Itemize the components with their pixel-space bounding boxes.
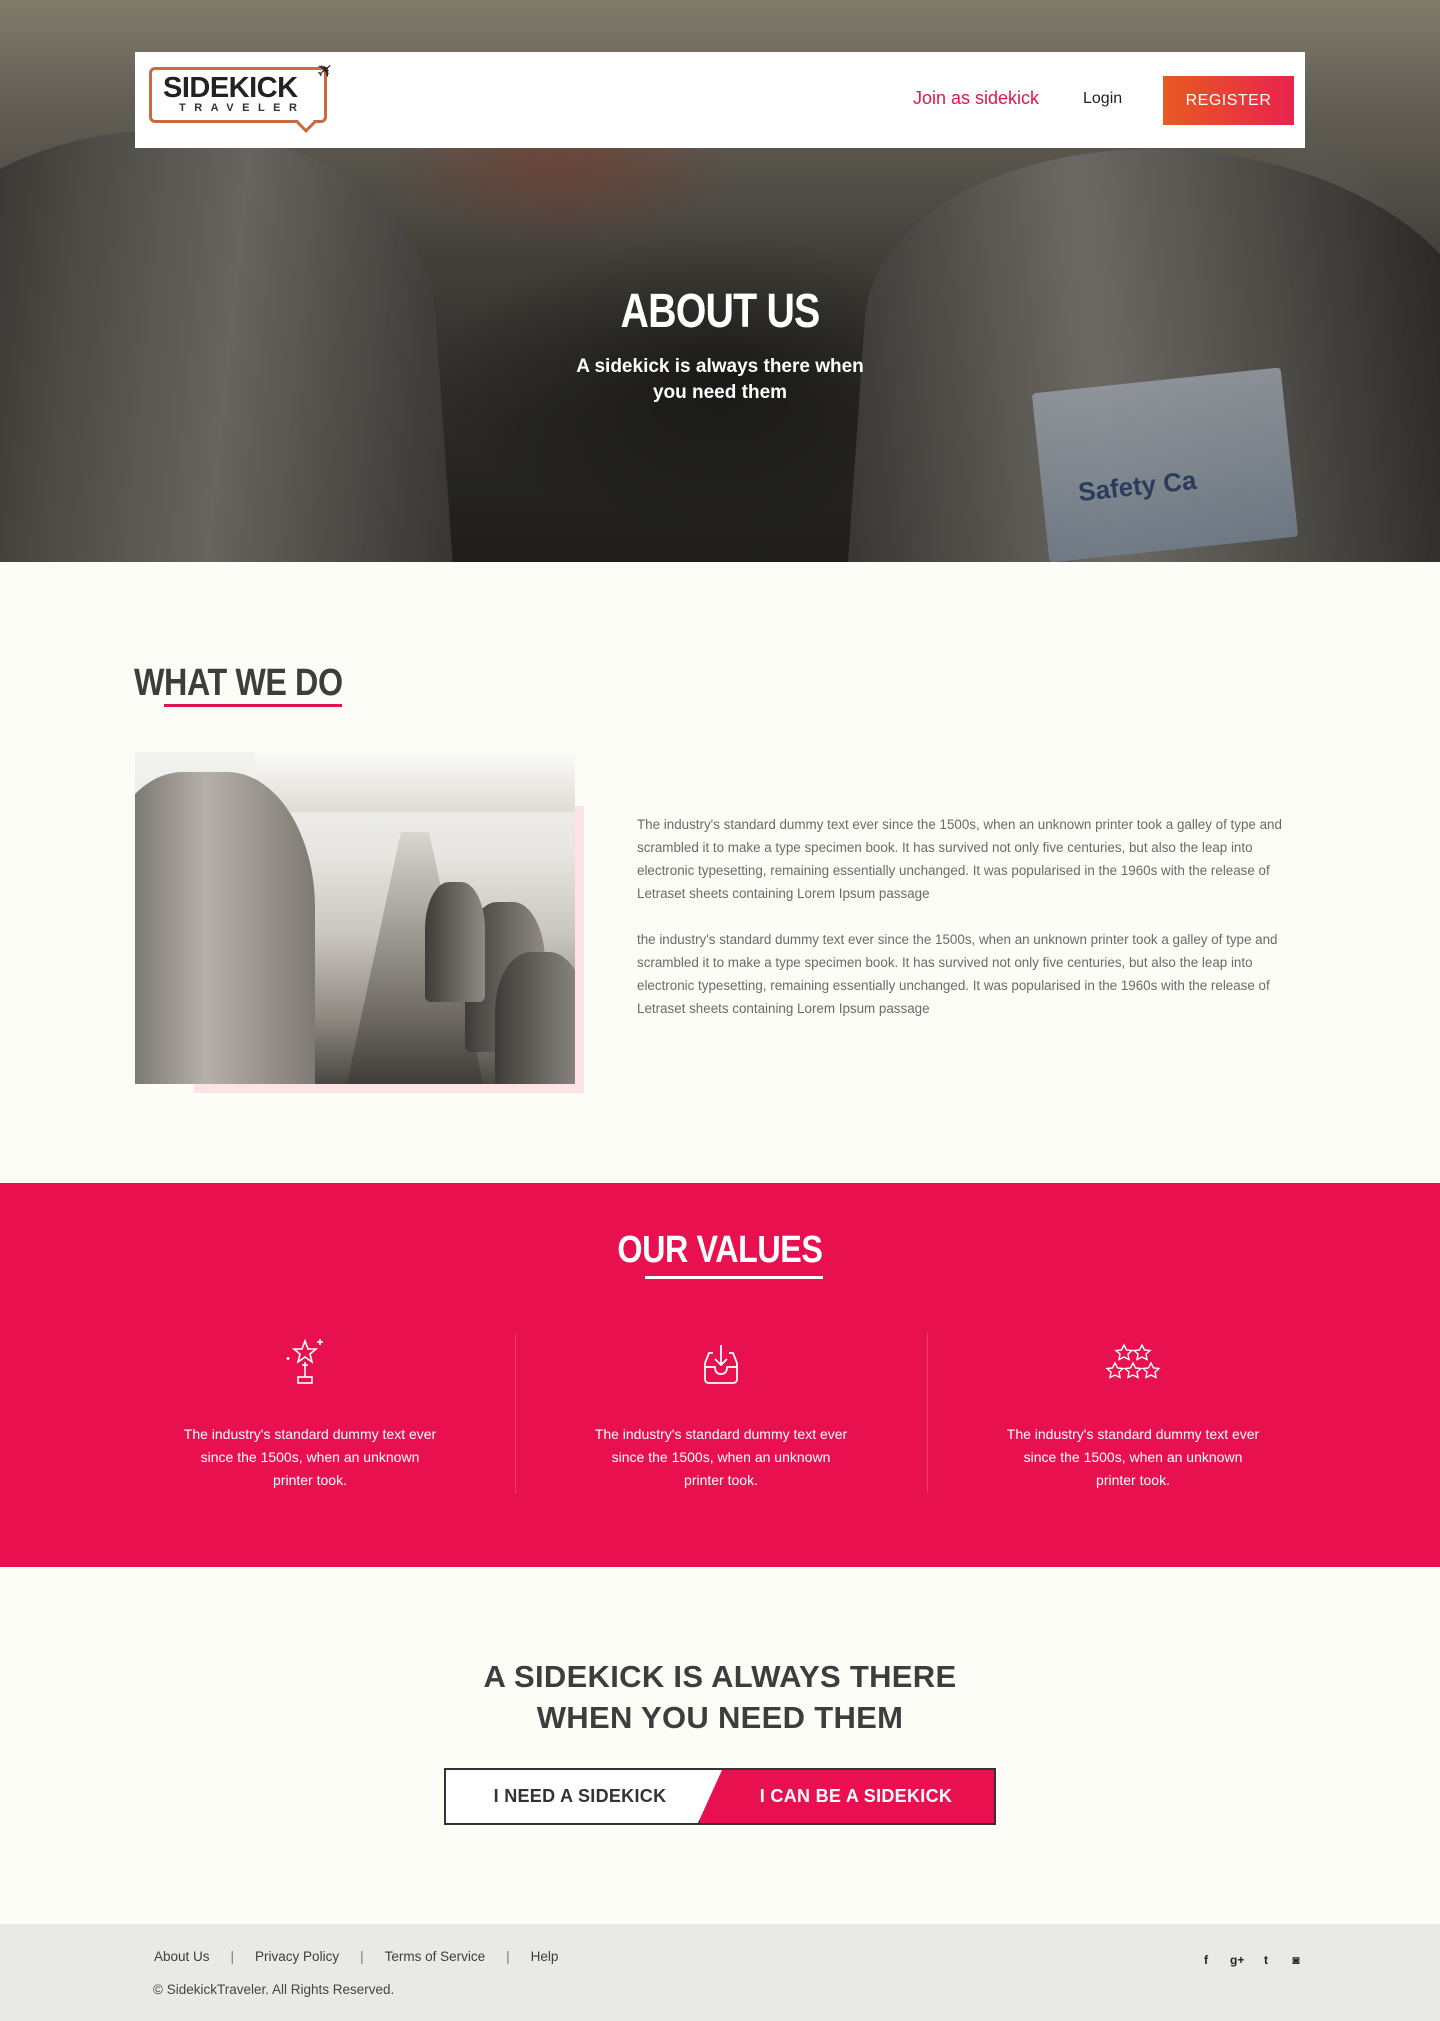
sidekick-logo[interactable]: SIDEKICK TRAVELER ✈ xyxy=(149,57,339,138)
photo-seat-row xyxy=(425,882,485,1002)
value-text: The industry's standard dummy text ever … xyxy=(183,1426,437,1488)
value-item: The industry's standard dummy text ever … xyxy=(515,1333,925,1493)
what-we-do-paragraph: the industry's standard dummy text ever … xyxy=(637,932,1278,1016)
our-values-heading: OUR VALUES xyxy=(617,1229,823,1271)
footer-separator: | xyxy=(506,1949,510,1964)
what-we-do-underline xyxy=(164,704,342,707)
social-icons: f g+ t ◙ xyxy=(1200,1953,1302,1967)
need-sidekick-button[interactable]: I NEED A SIDEKICK xyxy=(446,1770,714,1823)
what-we-do-paragraph: The industry's standard dummy text ever … xyxy=(637,817,1282,901)
footer-separator: | xyxy=(360,1949,364,1964)
cta-heading-line: WHEN YOU NEED THEM xyxy=(536,1700,904,1735)
facebook-icon[interactable]: f xyxy=(1200,1953,1212,1967)
copyright-text: © SidekickTraveler. All Rights Reserved. xyxy=(153,1982,395,1997)
value-text: The industry's standard dummy text ever … xyxy=(1006,1426,1260,1488)
footer-links: About Us | Privacy Policy | Terms of Ser… xyxy=(154,1949,558,1964)
footer: About Us | Privacy Policy | Terms of Ser… xyxy=(0,1924,1440,2021)
footer-link-privacy[interactable]: Privacy Policy xyxy=(255,1949,339,1964)
page-title: ABOUT US xyxy=(620,285,820,338)
twitter-icon[interactable]: t xyxy=(1260,1953,1272,1967)
three-stars-icon xyxy=(1105,1343,1161,1379)
instagram-icon[interactable]: ◙ xyxy=(1290,1953,1302,1967)
top-navbar: SIDEKICK TRAVELER ✈ Join as sidekick Log… xyxy=(135,52,1305,148)
inbox-download-icon xyxy=(704,1345,738,1384)
our-values-underline xyxy=(645,1276,823,1279)
logo-word: SIDEKICK xyxy=(163,72,298,104)
airplane-cabin-photo xyxy=(135,752,575,1084)
be-sidekick-button[interactable]: I CAN BE A SIDEKICK xyxy=(716,1770,994,1823)
cta-heading-line: A SIDEKICK IS ALWAYS THERE xyxy=(483,1659,957,1694)
photo-seat-foreground xyxy=(135,772,315,1084)
what-we-do-heading: WHAT WE DO xyxy=(134,662,343,704)
photo-seat-row xyxy=(495,952,575,1084)
login-link[interactable]: Login xyxy=(1083,90,1122,108)
footer-link-about[interactable]: About Us xyxy=(154,1949,210,1964)
register-button[interactable]: REGISTER xyxy=(1163,76,1294,125)
logo-subword: TRAVELER xyxy=(179,102,306,114)
footer-separator: | xyxy=(230,1949,235,1964)
trophy-star-icon xyxy=(286,1338,323,1384)
value-item: The industry's standard dummy text ever … xyxy=(105,1333,515,1493)
value-item: The industry's standard dummy text ever … xyxy=(927,1333,1337,1493)
photo-overhead-bins xyxy=(255,752,575,812)
hero-subtitle: A sidekick is always there when you need… xyxy=(576,356,864,403)
hero-banner: Safety Ca SIDEKICK TRAVELER ✈ Join as si… xyxy=(0,0,1440,562)
google-plus-icon[interactable]: g+ xyxy=(1230,1953,1244,1967)
join-as-sidekick-link[interactable]: Join as sidekick xyxy=(913,88,1039,109)
cta-button-group: I NEED A SIDEKICK I CAN BE A SIDEKICK xyxy=(444,1768,996,1825)
cta-heading: A SIDEKICK IS ALWAYS THERE WHEN YOU NEED… xyxy=(420,1656,1020,1738)
value-text: The industry's standard dummy text ever … xyxy=(594,1426,848,1488)
footer-link-help[interactable]: Help xyxy=(531,1949,559,1964)
our-values-section: OUR VALUES The industry's standard dummy… xyxy=(0,1183,1440,1567)
footer-link-terms[interactable]: Terms of Service xyxy=(385,1949,486,1964)
